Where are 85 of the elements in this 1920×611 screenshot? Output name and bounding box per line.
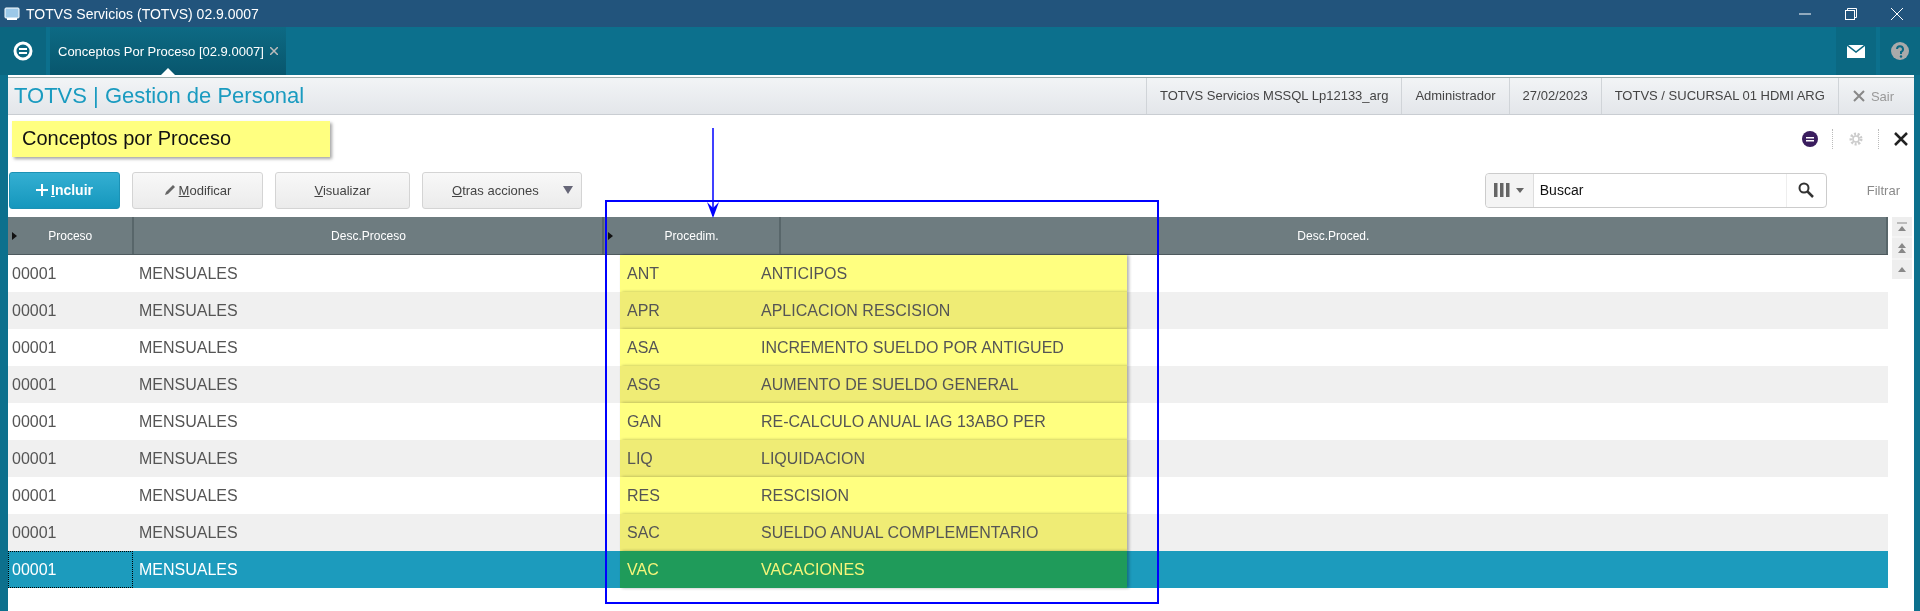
plus-icon — [36, 184, 48, 196]
scroll-page-up-button[interactable] — [1892, 238, 1912, 258]
table-cell-text: APR — [626, 300, 661, 321]
toolbar-button[interactable]: Otras acciones — [422, 171, 582, 209]
table-cell-text: SAC — [626, 522, 661, 543]
column-header[interactable]: Desc.Proceso — [134, 217, 605, 254]
table-cell-text: ASG — [626, 374, 662, 395]
column-header[interactable]: Proceso — [8, 217, 135, 254]
table-cell-text: ASA — [626, 337, 660, 358]
window-title: TOTVS Servicios (TOTVS) 02.9.0007 — [26, 5, 260, 22]
table-cell-text: MENSUALES — [138, 411, 239, 432]
table-cell-text: ANTICIPOS — [760, 263, 848, 284]
table-cell-text: MENSUALES — [138, 263, 239, 284]
app-title: TOTVS | Gestion de Personal — [13, 83, 306, 109]
table-cell-text: GAN — [626, 411, 663, 432]
help-icon — [1891, 42, 1909, 60]
table-cell-text: 00001 — [11, 522, 58, 543]
close-icon — [1852, 90, 1865, 102]
table-cell-text: 00001 — [11, 337, 58, 358]
table-row[interactable]: 00001 MENSUALES APR APLICACION RESCISION — [8, 292, 1888, 329]
caret-icon — [563, 186, 573, 194]
up-icon — [1897, 265, 1907, 274]
toolbar-button[interactable]: Modificar — [132, 171, 263, 209]
double-up-icon — [1897, 242, 1907, 254]
table-row[interactable]: 00001 MENSUALES ASA INCREMENTO SUELDO POR ANTIGUED — [8, 329, 1888, 366]
home-button[interactable] — [0, 27, 46, 75]
close-icon — [1891, 7, 1903, 20]
scroll-up-button[interactable] — [1892, 259, 1912, 279]
table-cell-text: APLICACION RESCISION — [760, 300, 951, 321]
table-cell-text: VAC — [626, 559, 660, 580]
column-selector-button[interactable] — [1485, 173, 1534, 207]
pencil-icon — [163, 184, 176, 196]
search-icon — [1798, 182, 1815, 198]
table-cell-text: RE-CALCULO ANUAL IAG 13ABO PER — [760, 411, 1046, 432]
table-cell-text: MENSUALES — [138, 559, 239, 580]
table-cell-text: 00001 — [11, 300, 58, 321]
app-icon — [4, 5, 20, 22]
table-cell-text: RES — [626, 485, 661, 506]
table-cell-text: LIQ — [626, 448, 654, 469]
page-title: Conceptos por Proceso — [12, 121, 330, 157]
table-cell-text: MENSUALES — [138, 448, 239, 469]
user-badge-icon[interactable] — [1802, 131, 1818, 147]
table-row[interactable]: 00001 MENSUALES GAN RE-CALCULO ANUAL IAG 13ABO PER — [8, 403, 1888, 440]
filter-link[interactable]: Filtrar — [1866, 182, 1900, 198]
header-info: TOTVS Servicios MSSQL Lp12133_arg — [1146, 78, 1402, 114]
table-row[interactable]: 00001 MENSUALES RES RESCISION — [8, 477, 1888, 514]
table-row[interactable]: 00001 MENSUALES ASG AUMENTO DE SUELDO GENERAL — [8, 366, 1888, 403]
header-info: Administrador — [1401, 78, 1509, 114]
table-row[interactable]: 00001 MENSUALES LIQ LIQUIDACION — [8, 440, 1888, 477]
mail-icon — [1847, 44, 1865, 58]
table-row[interactable]: 00001 MENSUALES SAC SUELDO ANUAL COMPLEMENTARIO — [8, 514, 1888, 551]
table-cell-text: 00001 — [11, 411, 58, 432]
table-cell-text: LIQUIDACION — [760, 448, 865, 469]
table-cell-text: VACACIONES — [760, 559, 865, 580]
table-cell-text: SUELDO ANUAL COMPLEMENTARIO — [760, 522, 1039, 543]
search-field[interactable]: Buscar — [1484, 172, 1827, 208]
restore-icon — [1845, 7, 1857, 20]
header-info: 27/02/2023 — [1508, 78, 1601, 114]
table-cell-text: MENSUALES — [138, 300, 239, 321]
header-info: TOTVS / SUCURSAL 01 HDMI ARG — [1600, 78, 1838, 114]
tab[interactable]: Conceptos Por Proceso [02.9.0007] — [50, 27, 286, 75]
table-cell-text: MENSUALES — [138, 522, 239, 543]
toolbar-button[interactable]: Visualizar — [275, 171, 410, 209]
table-cell-text: MENSUALES — [138, 337, 239, 358]
table-cell-text: 00001 — [11, 263, 58, 284]
scroll-top-button[interactable] — [1892, 217, 1912, 237]
scroll-top-icon — [1897, 221, 1907, 232]
table-cell-text: RESCISION — [760, 485, 849, 506]
table-cell: 00001 — [8, 551, 133, 588]
table-cell-text: MENSUALES — [138, 374, 239, 395]
table-cell-text: MENSUALES — [138, 485, 239, 506]
logo-icon — [12, 40, 34, 62]
close-icon[interactable] — [1894, 132, 1908, 146]
help-button[interactable] — [1880, 27, 1920, 75]
table-cell-text: 00001 — [11, 374, 58, 395]
table-cell-text: INCREMENTO SUELDO POR ANTIGUED — [760, 337, 1064, 358]
table-row[interactable]: 00001 MENSUALES ANT ANTICIPOS — [8, 255, 1888, 292]
mail-button[interactable] — [1836, 27, 1876, 75]
table-cell-text: 00001 — [11, 448, 58, 469]
caret-icon — [1516, 187, 1525, 193]
table-cell-text: ANT — [626, 263, 660, 284]
columns-icon — [1494, 183, 1511, 197]
table-cell-text: AUMENTO DE SUELDO GENERAL — [760, 374, 1019, 395]
table-cell-text: 00001 — [11, 485, 58, 506]
search-input[interactable]: Buscar — [1533, 175, 1786, 205]
